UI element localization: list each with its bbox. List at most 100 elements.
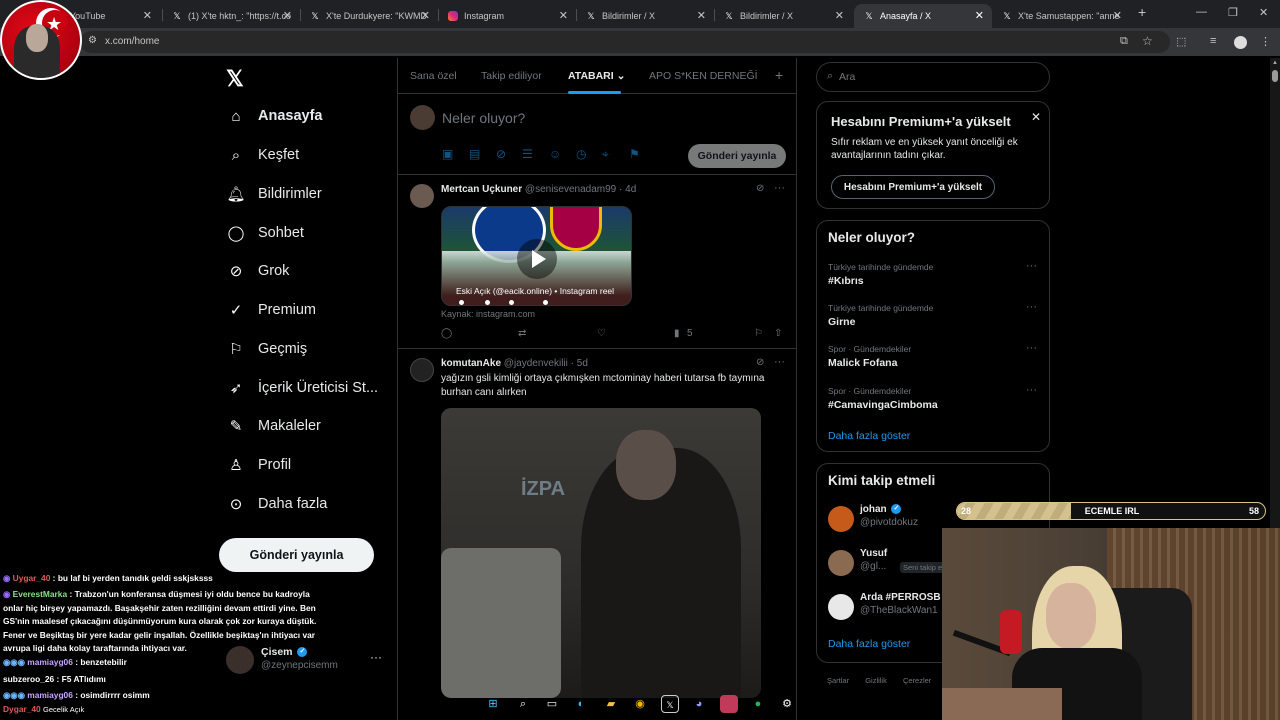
close-tab-icon[interactable]: ✕ [697, 9, 706, 22]
site-info-icon[interactable]: ⚙ [88, 35, 97, 46]
close-tab-icon[interactable]: ✕ [421, 9, 430, 22]
tweet-video[interactable]: Eski Açık (@eacik.online) • Instagram re… [441, 206, 632, 306]
restore-icon[interactable]: ❐ [1228, 6, 1238, 19]
tab-following[interactable]: Takip ediliyor [481, 70, 542, 82]
tab-list-2[interactable]: APO S*KEN DERNEĞİ [649, 70, 758, 82]
extensions-icon[interactable]: ⬚ [1176, 35, 1186, 48]
task-view-icon[interactable]: ▭ [543, 695, 561, 713]
close-tab-icon[interactable]: ✕ [283, 9, 292, 22]
close-tab-icon[interactable]: ✕ [143, 9, 152, 22]
footer-link-privacy[interactable]: Gizlilik [865, 676, 887, 685]
more-options-icon[interactable]: ··· [774, 356, 785, 368]
trend-item[interactable]: Türkiye tarihinde gündemde #Kıbrıs ··· [828, 260, 1043, 296]
bookmark-star-icon[interactable]: ☆ [1142, 34, 1153, 48]
avatar[interactable] [828, 594, 854, 620]
chrome-icon[interactable]: ◉ [631, 695, 649, 713]
footer-link-cookies[interactable]: Çerezler [903, 676, 931, 685]
tweet-author-handle[interactable]: @senisevenadam99 [525, 184, 616, 195]
image-icon[interactable]: ▣ [442, 147, 453, 161]
tweet-time[interactable]: 5d [577, 358, 588, 369]
omnibox[interactable]: ⚙ x.com/home ⧉ ☆ [80, 31, 1170, 53]
tweet-video[interactable]: İZPA [441, 408, 761, 698]
scroll-thumb[interactable] [1272, 70, 1278, 82]
nav-premium[interactable]: ✓ Premium [226, 296, 316, 324]
edge-icon[interactable]: ◐ [572, 695, 590, 713]
grok-icon[interactable]: ⊘ [756, 357, 764, 368]
spotify-icon[interactable]: ● [749, 695, 767, 713]
grok-icon[interactable]: ⊘ [756, 183, 764, 194]
x-app-icon[interactable]: 𝕏 [661, 695, 679, 713]
more-options-icon[interactable]: ··· [774, 182, 785, 194]
add-tab-icon[interactable]: + [775, 67, 783, 83]
compose-post-button[interactable]: Gönderi yayınla [688, 144, 786, 168]
trend-item[interactable]: Spor · Gündemdekiler #CamavingaCimboma ·… [828, 384, 1043, 420]
browser-tab-2[interactable]: 𝕏 (1) X'te hktn_: "https://t.co ✕ [162, 4, 300, 28]
close-tab-icon[interactable]: ✕ [1113, 9, 1122, 22]
scroll-up-icon[interactable]: ▲ [1272, 60, 1278, 66]
retweet-icon[interactable]: ⇄ [518, 328, 526, 339]
tweet-author-handle[interactable]: @jaydenvekilii [504, 358, 568, 369]
nav-bookmarks[interactable]: ⚐ Geçmiş [226, 335, 307, 363]
profile-avatar-icon[interactable] [1234, 36, 1247, 49]
nav-chat[interactable]: ◯ Sohbet [226, 219, 304, 247]
views-icon[interactable]: ▮ [674, 328, 680, 339]
browser-tab-instagram[interactable]: Instagram ✕ [438, 4, 576, 28]
more-options-icon[interactable]: ··· [1026, 301, 1037, 313]
browser-tab-3[interactable]: 𝕏 X'te Durdukyere: "KWMD ✕ [300, 4, 438, 28]
tweet-time[interactable]: 4d [625, 184, 636, 195]
schedule-icon[interactable]: ◷ [576, 147, 586, 161]
new-tab-icon[interactable]: + [1138, 4, 1146, 20]
tab-for-you[interactable]: Sana özel [410, 70, 457, 82]
close-tab-icon[interactable]: ✕ [975, 9, 984, 22]
tweet-author-name[interactable]: komutanAke [441, 358, 501, 369]
nav-creator-studio[interactable]: ➶ İçerik Üreticisi St... [226, 374, 378, 402]
reply-icon[interactable]: ◯ [441, 328, 452, 339]
media-source-link[interactable]: Kaynak: instagram.com [441, 309, 535, 319]
nav-articles[interactable]: ✎ Makaleler [226, 412, 321, 440]
nav-grok[interactable]: ⊘ Grok [226, 257, 290, 285]
grok-icon[interactable]: ⊘ [496, 147, 506, 161]
share-icon[interactable]: ⇧ [774, 328, 782, 339]
close-window-icon[interactable]: ✕ [1259, 6, 1268, 19]
browser-tab-6[interactable]: 𝕏 Bildirimler / X ✕ [714, 4, 852, 28]
install-app-icon[interactable]: ⧉ [1120, 35, 1128, 48]
trends-show-more-link[interactable]: Daha fazla göster [828, 430, 910, 442]
windows-start-icon[interactable]: ⊞ [484, 695, 502, 713]
search-input[interactable]: ⌕ Ara [816, 62, 1050, 92]
minimize-icon[interactable]: — [1196, 6, 1207, 18]
close-icon[interactable]: ✕ [1031, 110, 1041, 124]
more-options-icon[interactable]: ··· [1026, 260, 1037, 272]
nav-more[interactable]: ⊙ Daha fazla [226, 490, 328, 518]
tab-list-atabari[interactable]: ATABARI ⌄ [568, 70, 625, 82]
avatar[interactable] [828, 506, 854, 532]
like-icon[interactable]: ♡ [597, 328, 606, 339]
poll-icon[interactable]: ☰ [522, 147, 533, 161]
avatar[interactable] [410, 184, 434, 208]
play-icon[interactable] [517, 239, 557, 279]
footer-link-terms[interactable]: Şartlar [827, 676, 849, 685]
post-button[interactable]: Gönderi yayınla [219, 538, 374, 572]
x-logo-icon[interactable]: 𝕏 [226, 66, 244, 92]
gif-icon[interactable]: ▤ [469, 147, 480, 161]
more-options-icon[interactable]: ··· [1026, 342, 1037, 354]
steam-icon[interactable]: ⚙ [778, 695, 796, 713]
bookmark-icon[interactable]: ⚐ [754, 328, 763, 339]
nav-home[interactable]: ⌂ Anasayfa [226, 102, 322, 130]
close-tab-icon[interactable]: ✕ [559, 9, 568, 22]
taskbar-search-icon[interactable]: ⌕ [514, 695, 532, 713]
follow-show-more-link[interactable]: Daha fazla göster [828, 638, 910, 650]
url-text[interactable]: x.com/home [105, 36, 159, 47]
trend-item[interactable]: Spor · Gündemdekiler Malick Fofana ··· [828, 342, 1043, 378]
compose-input[interactable]: Neler oluyor? [442, 110, 525, 126]
avatar[interactable] [828, 550, 854, 576]
close-tab-icon[interactable]: ✕ [835, 9, 844, 22]
more-options-icon[interactable]: ··· [1026, 384, 1037, 396]
media-control-icon[interactable]: ≡ [1210, 35, 1216, 47]
discord-icon[interactable]: ◕ [690, 695, 708, 713]
tweet[interactable]: Mertcan Uçkuner @senisevenadam99 · 4d ⊘ … [398, 176, 796, 349]
nav-notifications[interactable]: 🔔︎ Bildirimler [226, 180, 321, 208]
more-options-icon[interactable]: ··· [370, 650, 382, 664]
app-icon[interactable] [720, 695, 738, 713]
trend-item[interactable]: Türkiye tarihinde gündemde Girne ··· [828, 301, 1043, 337]
location-icon[interactable]: ⌖ [602, 147, 609, 162]
